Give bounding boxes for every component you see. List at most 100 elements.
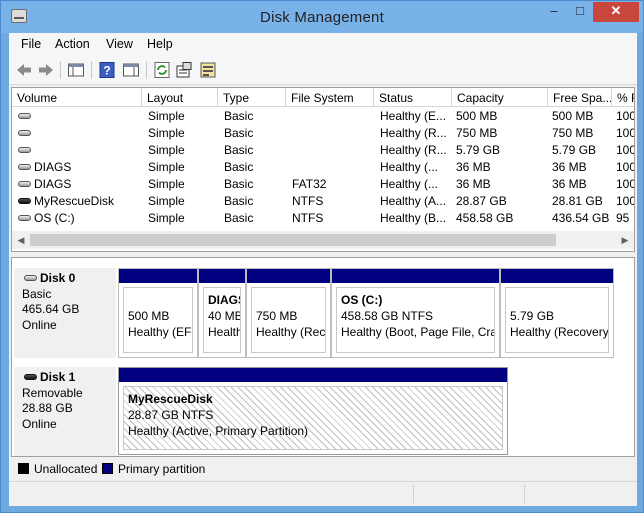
cell-volume: DIAGS	[12, 177, 142, 191]
title-bar[interactable]: Disk Management – □ ✕	[1, 1, 643, 33]
column-header-volume[interactable]: Volume	[12, 88, 142, 107]
properties-icon[interactable]	[175, 61, 193, 79]
volume-name: OS (C:)	[34, 211, 75, 225]
volume-name: DIAGS	[34, 177, 72, 191]
cell-layout: Simple	[148, 143, 185, 157]
partition-diags[interactable]: DIAGS 40 MB Health	[198, 268, 246, 358]
maximize-button[interactable]: □	[567, 2, 593, 22]
table-row[interactable]: DIAGS Simple Basic Healthy (... 36 MB 36 MB 10…	[12, 159, 634, 176]
menu-file[interactable]: File	[21, 37, 41, 51]
disk-kind: Basic	[22, 286, 52, 301]
volume-name: MyRescueDisk	[34, 194, 115, 208]
disk-size: 28.88 GB	[22, 401, 73, 415]
partition-size: 40 MB	[208, 309, 241, 323]
table-row[interactable]: Simple Basic Healthy (R... 5.79 GB 5.79 GB 10…	[12, 142, 635, 159]
partition-recovery-750[interactable]: 750 MB Healthy (Reco	[246, 268, 331, 358]
help-icon[interactable]: ?	[98, 61, 116, 79]
cell-type: Basic	[224, 109, 254, 123]
volume-disk-icon	[18, 163, 31, 170]
cell-percent-free: 100	[616, 194, 635, 208]
partition-size: 5.79 GB	[510, 309, 555, 323]
cell-layout: Simple	[148, 194, 185, 208]
close-button[interactable]: ✕	[593, 2, 639, 22]
cell-volume	[12, 126, 142, 140]
column-header-layout[interactable]: Layout	[142, 88, 218, 107]
cell-percent-free: 100	[616, 143, 635, 157]
partition-title: OS (C:)	[341, 293, 383, 307]
disk-map: Disk 0 Basic 465.64 GB Online 500 MB Hea…	[11, 257, 635, 457]
cell-capacity: 458.58 GB	[456, 211, 514, 225]
cell-status: Healthy (...	[380, 177, 439, 191]
cell-status: Healthy (R...	[380, 143, 447, 157]
menu-action[interactable]: Action	[55, 37, 90, 51]
cell-volume	[12, 143, 142, 157]
toolbar: ?	[9, 55, 637, 85]
cell-percent-free: 100	[616, 109, 635, 123]
partition-size: 28.87 GB NTFS	[128, 408, 214, 422]
cell-layout: Simple	[148, 109, 185, 123]
table-row[interactable]: Simple Basic Healthy (R... 750 MB 750 MB 100	[12, 125, 634, 142]
partition-efi[interactable]: 500 MB Healthy (EFI	[118, 268, 198, 358]
column-header-status[interactable]: Status	[374, 88, 452, 107]
primary-partition-bar	[332, 269, 499, 283]
disk-management-window: Disk Management – □ ✕ File Action View H…	[0, 0, 644, 513]
partition-title: DIAGS	[208, 293, 240, 307]
cell-layout: Simple	[148, 160, 185, 174]
export-list-icon[interactable]	[199, 61, 217, 79]
hard-disk-icon	[24, 274, 37, 281]
cell-volume: DIAGS	[12, 160, 142, 174]
legend-unallocated: Unallocated	[34, 462, 98, 476]
partition-recovery-5gb[interactable]: 5.79 GB Healthy (Recovery	[500, 268, 614, 358]
disk-1-label[interactable]: Disk 1 Removable 28.88 GB Online	[14, 367, 116, 456]
menu-help[interactable]: Help	[147, 37, 173, 51]
menu-view[interactable]: View	[106, 37, 133, 51]
menu-bar: File Action View Help	[9, 33, 637, 55]
minimize-button[interactable]: –	[541, 2, 567, 22]
refresh-icon[interactable]	[153, 61, 171, 79]
cell-percent-free: 100	[616, 177, 635, 191]
partition-os-c[interactable]: OS (C:) 458.58 GB NTFS Healthy (Boot, Pa…	[331, 268, 500, 358]
forward-arrow-icon[interactable]	[37, 61, 55, 79]
volume-disk-icon	[18, 180, 31, 187]
scroll-left-icon[interactable]: ◀	[14, 233, 28, 247]
cell-status: Healthy (R...	[380, 126, 447, 140]
horizontal-scrollbar[interactable]: ◀ ▶	[12, 231, 634, 249]
table-row[interactable]: MyRescueDisk Simple Basic NTFS Healthy (A...…	[12, 193, 635, 210]
column-header-file-system[interactable]: File System	[286, 88, 374, 107]
column-header-free-space[interactable]: Free Spa...	[548, 88, 612, 107]
table-row[interactable]: Simple Basic Healthy (E... 500 MB 500 MB 100	[12, 108, 635, 125]
partition-size: 458.58 GB NTFS	[341, 309, 434, 323]
disk-size: 465.64 GB	[22, 302, 80, 316]
primary-partition-bar	[501, 269, 613, 283]
scrollbar-thumb[interactable]	[30, 234, 556, 246]
partition-title	[510, 292, 608, 308]
cell-type: Basic	[224, 143, 254, 157]
volume-disk-icon	[18, 214, 31, 221]
partition-details: MyRescueDisk 28.87 GB NTFS Healthy (Acti…	[123, 386, 503, 450]
console-tree-icon[interactable]	[67, 61, 85, 79]
removable-disk-icon	[24, 373, 37, 380]
unallocated-swatch	[18, 463, 29, 474]
primary-partition-swatch	[102, 463, 113, 474]
cell-file-system: FAT32	[292, 177, 327, 191]
properties-panel-icon[interactable]	[122, 61, 140, 79]
cell-layout: Simple	[148, 126, 185, 140]
legend-primary-partition: Primary partition	[118, 462, 206, 476]
cell-file-system: NTFS	[292, 211, 324, 225]
column-header-capacity[interactable]: Capacity	[452, 88, 548, 107]
back-arrow-icon[interactable]	[15, 61, 33, 79]
partition-myrescuedisk[interactable]: MyRescueDisk 28.87 GB NTFS Healthy (Acti…	[118, 367, 508, 455]
cell-status: Healthy (B...	[380, 211, 447, 225]
cell-capacity: 36 MB	[456, 160, 491, 174]
partition-details: 500 MB Healthy (EFI	[123, 287, 193, 353]
cell-type: Basic	[224, 211, 254, 225]
cell-volume: MyRescueDisk	[12, 194, 142, 208]
cell-capacity: 750 MB	[456, 126, 498, 140]
column-header-percent-free[interactable]: % F	[612, 88, 634, 107]
column-header-type[interactable]: Type	[218, 88, 286, 107]
disk-name: Disk 1	[40, 370, 76, 384]
scroll-right-icon[interactable]: ▶	[618, 233, 632, 247]
disk-0-label[interactable]: Disk 0 Basic 465.64 GB Online	[14, 268, 116, 358]
table-row[interactable]: DIAGS Simple Basic FAT32 Healthy (... 36 MB 36…	[12, 176, 635, 193]
table-row[interactable]: OS (C:) Simple Basic NTFS Healthy (B... 458.5…	[12, 210, 634, 227]
